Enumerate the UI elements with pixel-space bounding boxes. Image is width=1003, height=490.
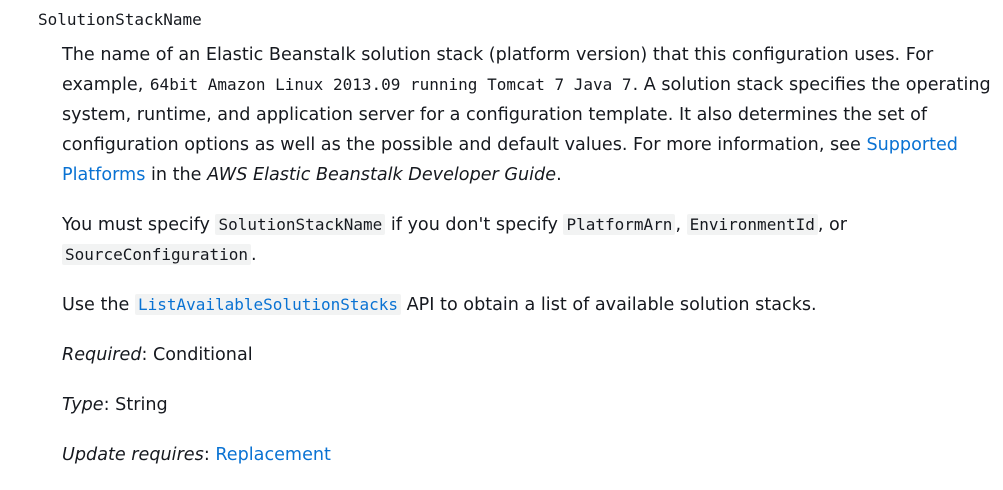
type-row: Type: String	[62, 390, 992, 420]
solution-stack-name-code: SolutionStackName	[215, 214, 386, 235]
text-segment: , or	[817, 215, 848, 235]
type-label: Type	[62, 395, 104, 415]
text-segment: API to obtain a list of available soluti…	[401, 295, 817, 315]
developer-guide-title: AWS Elastic Beanstalk Developer Guide	[207, 165, 557, 185]
property-name: SolutionStackName	[38, 10, 202, 29]
platform-arn-code: PlatformArn	[563, 214, 676, 235]
text-segment: .	[251, 245, 257, 265]
text-segment: in the	[145, 165, 208, 185]
property-description: The name of an Elastic Beanstalk solutio…	[62, 40, 992, 490]
required-label: Required	[62, 345, 142, 365]
environment-id-code: EnvironmentId	[686, 214, 818, 235]
type-value: : String	[103, 395, 168, 415]
source-configuration-code: SourceConfiguration	[62, 244, 252, 265]
required-row: Required: Conditional	[62, 340, 992, 370]
text-segment: if you don't specify	[385, 215, 564, 235]
update-requires-row: Update requires: Replacement	[62, 440, 992, 470]
text-segment: You must specify	[62, 215, 216, 235]
text-segment: Use the	[62, 295, 135, 315]
update-requires-separator: :	[203, 445, 216, 465]
list-available-solution-stacks-link[interactable]: ListAvailableSolutionStacks	[134, 294, 402, 315]
update-requires-label: Update requires	[62, 445, 204, 465]
text-segment: ,	[675, 215, 687, 235]
api-name-code: ListAvailableSolutionStacks	[134, 294, 402, 315]
text-segment: .	[556, 165, 562, 185]
api-paragraph: Use the ListAvailableSolutionStacks API …	[62, 290, 992, 320]
description-paragraph: The name of an Elastic Beanstalk solutio…	[62, 40, 992, 190]
example-code: 64bit Amazon Linux 2013.09 running Tomca…	[149, 75, 632, 94]
required-value: : Conditional	[141, 345, 253, 365]
requirement-paragraph: You must specify SolutionStackName if yo…	[62, 210, 992, 270]
replacement-link[interactable]: Replacement	[215, 445, 331, 465]
